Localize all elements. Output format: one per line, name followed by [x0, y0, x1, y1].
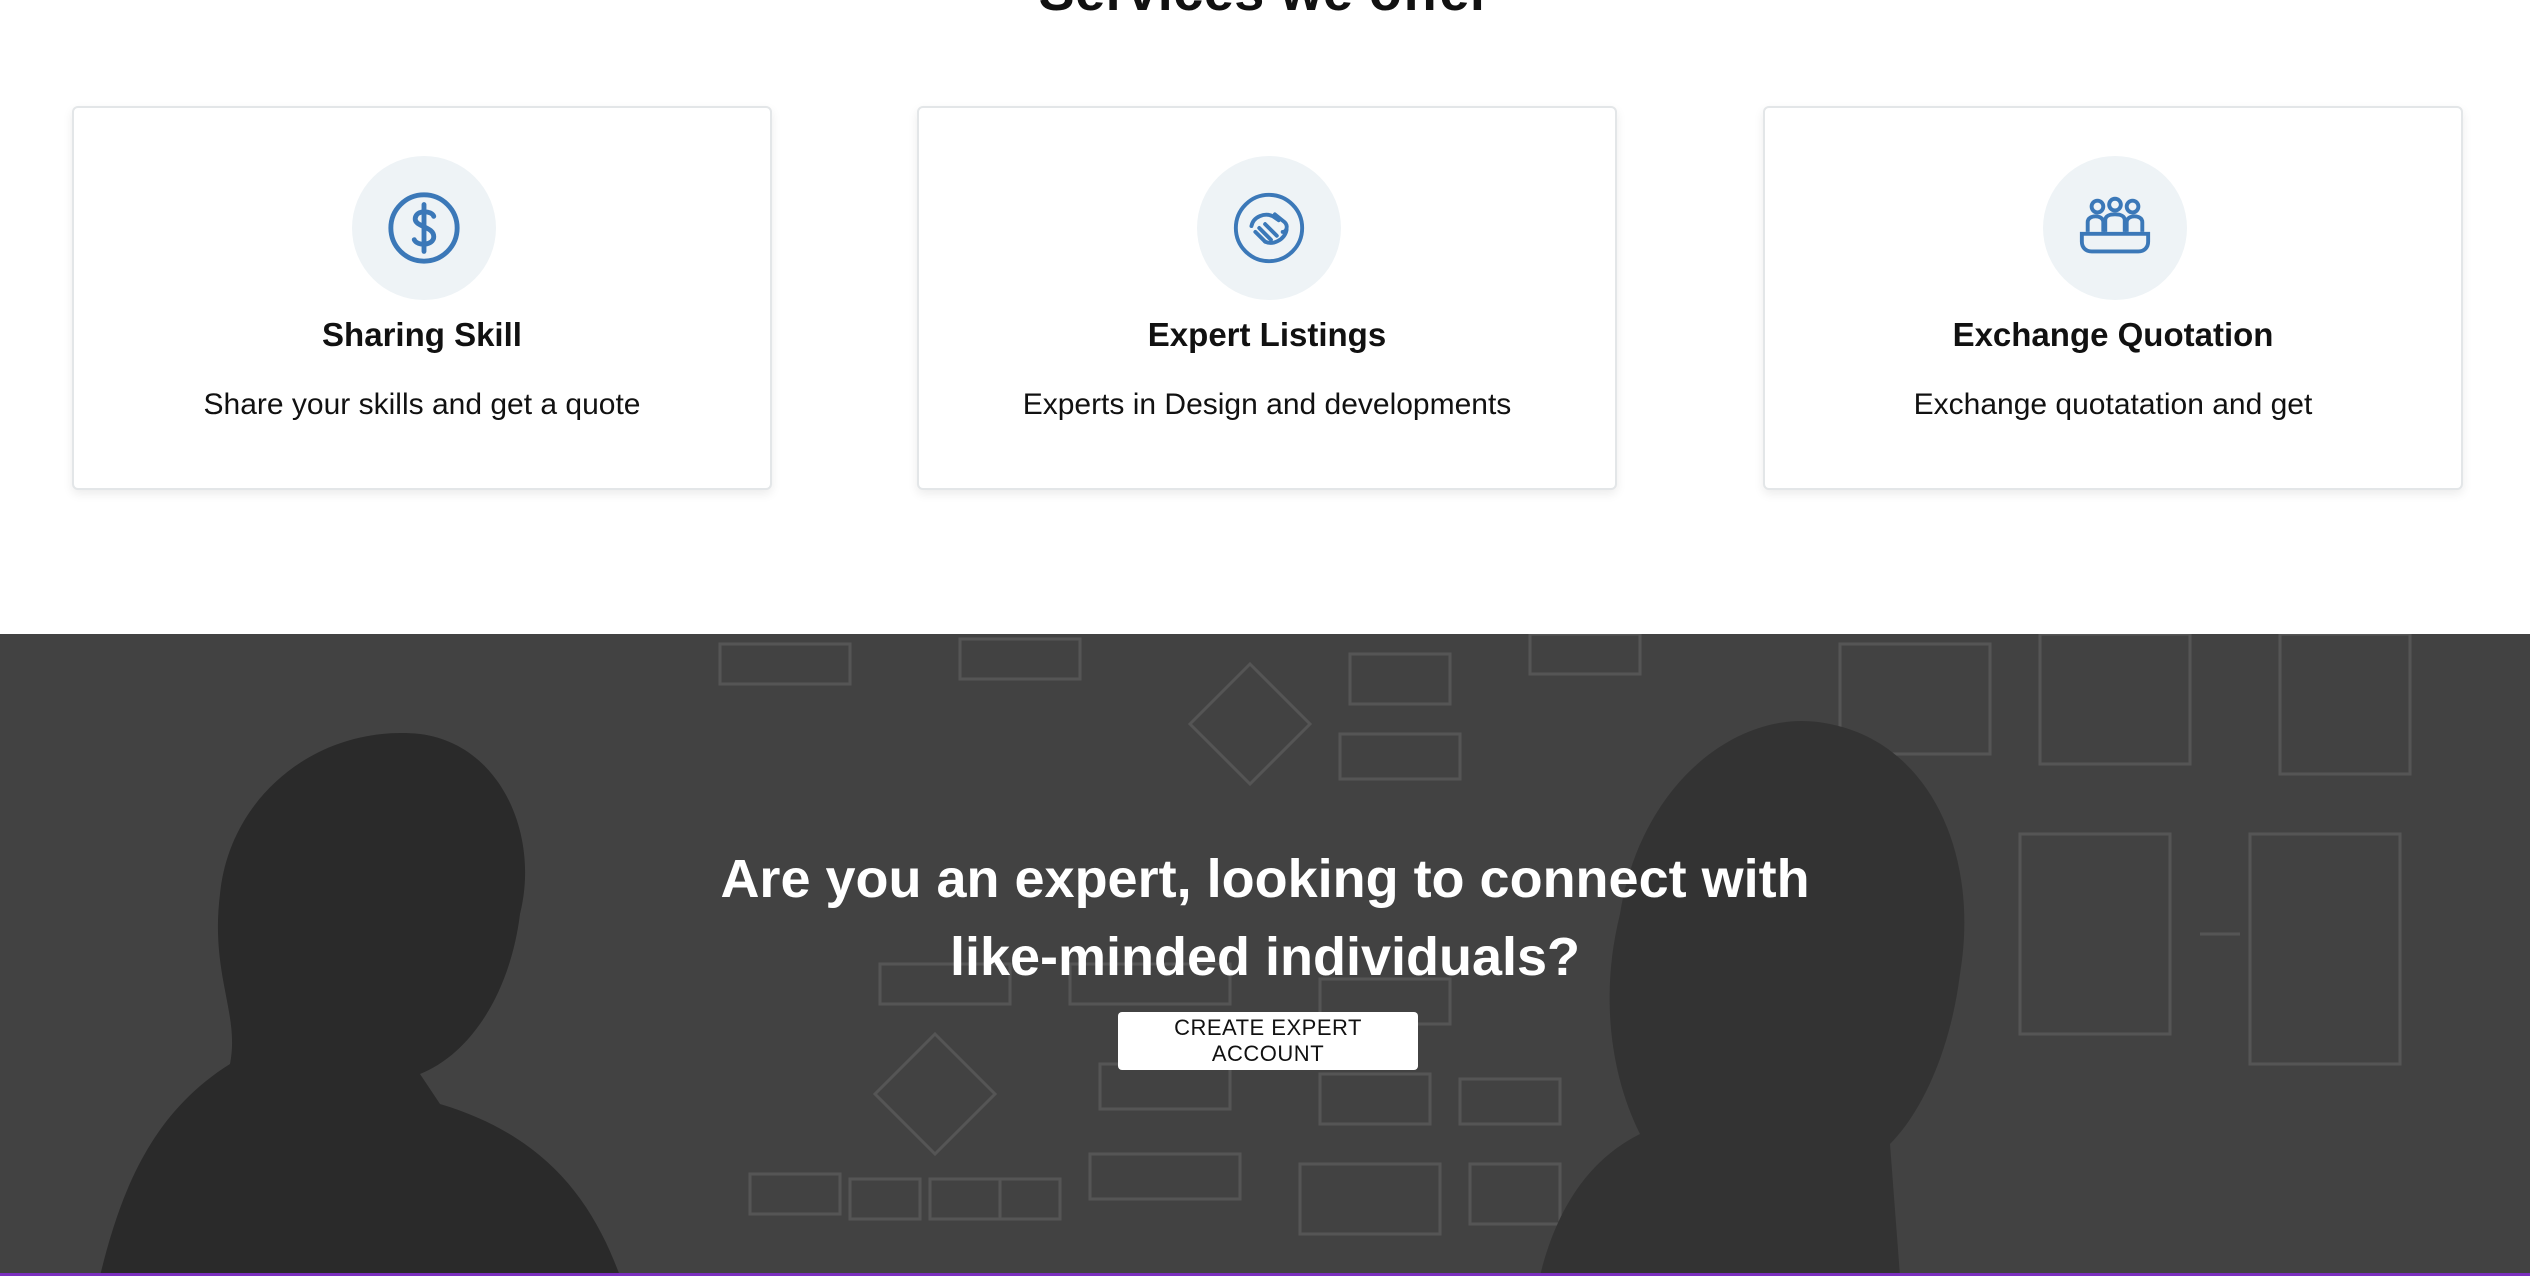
card-description: Exchange quotatation and get [1913, 388, 2313, 421]
handshake-icon-badge [1197, 156, 1341, 300]
dollar-icon [388, 192, 460, 264]
dollar-icon-badge [352, 156, 496, 300]
card-description: Experts in Design and developments [1022, 388, 1512, 421]
service-card-expert-listings: Expert Listings Experts in Design and de… [917, 106, 1617, 490]
card-title: Exchange Quotation [1952, 316, 2274, 353]
create-expert-account-button[interactable]: CREATE EXPERT ACCOUNT [1118, 1012, 1418, 1070]
team-icon [2079, 196, 2151, 254]
section-title: Services we offer [0, 0, 2530, 22]
cta-heading-line1: Are you an expert, looking to connect wi… [720, 849, 1810, 909]
team-icon-badge [2043, 156, 2187, 300]
card-title: Sharing Skill [322, 316, 522, 353]
cta-heading: Are you an expert, looking to connect wi… [0, 840, 2530, 996]
handshake-icon [1233, 192, 1305, 264]
expert-cta-banner: Are you an expert, looking to connect wi… [0, 634, 2530, 1276]
card-title: Expert Listings [1147, 316, 1387, 353]
service-card-sharing-skill: Sharing Skill Share your skills and get … [72, 106, 772, 490]
cta-heading-line2: like-minded individuals? [949, 927, 1581, 987]
service-card-exchange-quotation: Exchange Quotation Exchange quotatation … [1763, 106, 2463, 490]
card-description: Share your skills and get a quote [203, 388, 641, 421]
